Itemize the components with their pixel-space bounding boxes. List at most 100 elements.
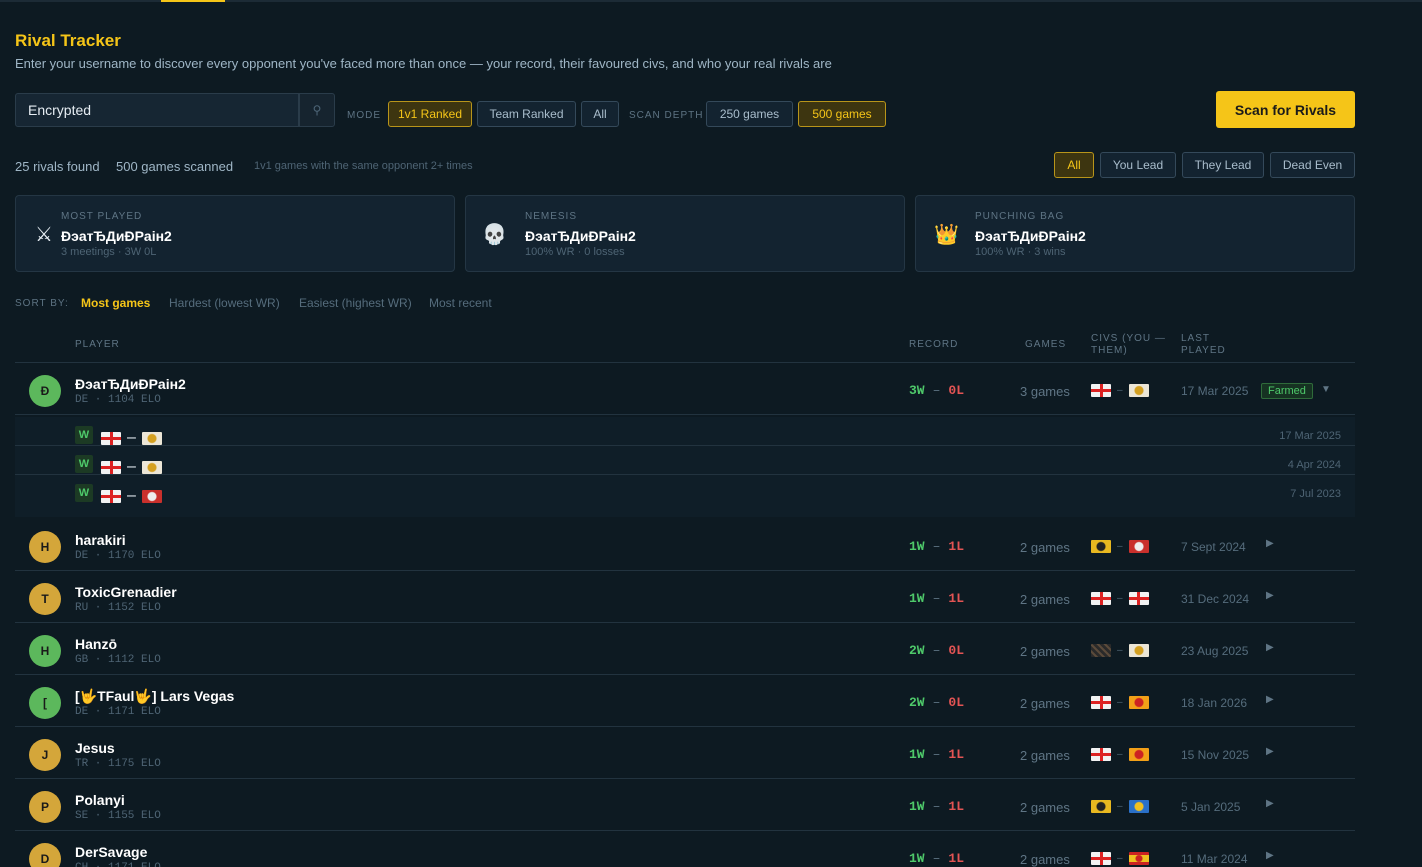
civ-separator: – — [127, 487, 136, 504]
scan-for-rivals-button[interactable]: Scan for Rivals — [1216, 91, 1355, 128]
expand-arrow-icon[interactable]: ▶ — [1266, 850, 1274, 861]
player-meta: TR · 1175 ELO — [75, 758, 161, 770]
col-header-civs-line2: THEM) — [1091, 345, 1128, 356]
filter-dead-even[interactable]: Dead Even — [1270, 152, 1355, 178]
player-meta: SE · 1155 ELO — [75, 810, 161, 822]
filter-they-lead[interactable]: They Lead — [1182, 152, 1264, 178]
hre-gold-flag-icon — [1091, 540, 1111, 553]
match-row[interactable]: W – 17 Mar 2025 — [15, 417, 1355, 446]
table-row[interactable]: DDerSavageCH · 1171 ELO1W–1L2 games–11 M… — [15, 831, 1355, 867]
avatar: H — [29, 531, 61, 563]
avatar: J — [29, 739, 61, 771]
avatar: D — [29, 843, 61, 867]
nemesis-card[interactable]: 💀 NEMESIS ÐэaтЂДиÐPaiн2 100% WR · 0 loss… — [465, 195, 905, 272]
record-losses: 1L — [948, 851, 965, 866]
pin-icon: ⚲ — [312, 103, 322, 117]
col-header-civs: CIVS (YOU — THEM) — [1091, 333, 1166, 357]
last-played: 15 Nov 2025 — [1181, 748, 1250, 762]
england-flag-icon — [1091, 696, 1111, 709]
expand-arrow-icon[interactable]: ▶ — [1266, 798, 1274, 809]
record-losses: 1L — [948, 591, 965, 606]
top-nav-line — [0, 0, 1422, 2]
record-separator: – — [932, 799, 941, 814]
record-separator: – — [932, 591, 941, 606]
col-header-last-played: LAST PLAYED — [1181, 333, 1226, 357]
table-row[interactable]: Ð ÐэaтЂДиÐPaiн2 DE · 1104 ELO 3W –0L 3 games –… — [15, 363, 1355, 415]
table-row[interactable]: T ToxicGrenadier RU · 1152 ELO 1W –1L 2 games… — [15, 571, 1355, 623]
civ-separator: – — [1117, 801, 1123, 812]
civs-matchup: – — [1091, 800, 1149, 813]
last-played: 18 Jan 2026 — [1181, 696, 1248, 710]
games-count: 2 games — [1020, 696, 1070, 711]
location-pin-button[interactable]: ⚲ — [299, 93, 335, 127]
civs-matchup: – — [1091, 384, 1149, 397]
civs-matchup: – — [1091, 644, 1149, 657]
record-losses: 0L — [948, 643, 965, 658]
filter-all[interactable]: All — [1054, 152, 1094, 178]
record-losses: 1L — [948, 539, 965, 554]
record-losses: 0L — [948, 695, 965, 710]
player-name: Hanzō — [75, 636, 117, 652]
punching-bag-card[interactable]: 👑 PUNCHING BAG ÐэaтЂДиÐPaiн2 100% WR · 3… — [915, 195, 1355, 272]
table-row[interactable]: J Jesus TR · 1175 ELO 1W –1L 2 games –15 Nov 2… — [15, 727, 1355, 779]
expand-arrow-icon[interactable]: ▶ — [1266, 538, 1274, 549]
sort-easiest[interactable]: Easiest (highest WR) — [299, 296, 412, 310]
mode-1v1-ranked[interactable]: 1v1 Ranked — [388, 101, 472, 127]
depth-250[interactable]: 250 games — [706, 101, 793, 127]
hre-flag-icon — [1128, 384, 1149, 397]
civ-separator: – — [1117, 385, 1123, 396]
scan-depth-label: SCAN DEPTH — [629, 110, 704, 121]
sort-most-recent[interactable]: Most recent — [429, 296, 492, 310]
col-header-civs-line1: CIVS (YOU — — [1091, 333, 1166, 344]
username-input[interactable] — [15, 93, 299, 127]
sort-hardest[interactable]: Hardest (lowest WR) — [169, 296, 280, 310]
status-badge: Farmed — [1261, 383, 1313, 399]
sort-most-games[interactable]: Most games — [81, 296, 150, 310]
most-played-card[interactable]: ⚔ MOST PLAYED ÐэaтЂДиÐPaiн2 3 meetings ·… — [15, 195, 455, 272]
mode-team-ranked[interactable]: Team Ranked — [477, 101, 576, 127]
france-flag-icon — [141, 489, 162, 503]
filter-you-lead[interactable]: You Lead — [1100, 152, 1176, 178]
last-played: 31 Dec 2024 — [1181, 592, 1250, 606]
record-separator: – — [932, 695, 941, 710]
crown-icon: 👑 — [934, 224, 959, 246]
mode-all[interactable]: All — [581, 101, 619, 127]
col-header-record: RECORD — [909, 339, 959, 350]
record: 1W –1L — [909, 747, 964, 762]
record-separator: – — [932, 643, 941, 658]
games-count: 2 games — [1020, 592, 1070, 607]
expand-arrow-icon[interactable]: ▶ — [1266, 694, 1274, 705]
sort-by-label: SORT BY: — [15, 298, 69, 309]
spain-flag-icon — [1128, 852, 1149, 865]
depth-500[interactable]: 500 games — [798, 101, 886, 127]
match-row[interactable]: W – 7 Jul 2023 — [15, 475, 1355, 504]
card-player-name: ÐэaтЂДиÐPaiн2 — [525, 228, 636, 244]
expand-arrow-icon[interactable]: ▶ — [1266, 590, 1274, 601]
expand-arrow-icon[interactable]: ▶ — [1266, 746, 1274, 757]
table-row[interactable]: P Polanyi SE · 1155 ELO 1W –1L 2 games –5 Jan … — [15, 779, 1355, 831]
civ-separator: – — [1117, 645, 1123, 656]
match-row[interactable]: W – 4 Apr 2024 — [15, 446, 1355, 475]
last-played: 11 Mar 2024 — [1181, 852, 1248, 866]
avatar: H — [29, 635, 61, 667]
match-civs: – — [101, 429, 162, 447]
match-civs: – — [101, 487, 162, 505]
england-flag-icon — [1091, 852, 1111, 865]
games-count: 2 games — [1020, 800, 1070, 815]
chevron-down-icon[interactable]: ▼ — [1321, 384, 1331, 395]
record-separator: – — [932, 747, 941, 762]
avatar: [ — [29, 687, 61, 719]
rus-flag-icon — [1128, 800, 1149, 813]
table-row[interactable]: [[🤟TFaul🤟] Lars Vegas DE · 1171 ELO 2W –0L 2… — [15, 675, 1355, 727]
player-name: harakiri — [75, 532, 126, 548]
civs-matchup: – — [1091, 540, 1149, 553]
table-row[interactable]: H Hanzō GB · 1112 ELO 2W –0L 2 games –23 Aug 2… — [15, 623, 1355, 675]
card-subtext: 100% WR · 3 wins — [975, 246, 1066, 258]
expand-arrow-icon[interactable]: ▶ — [1266, 642, 1274, 653]
col-header-player: PLAYER — [75, 339, 120, 350]
player-name: Polanyi — [75, 792, 125, 808]
record: 3W –0L — [909, 383, 964, 398]
record: 1W –1L — [909, 851, 964, 866]
active-nav-indicator — [161, 0, 225, 2]
table-row[interactable]: Hharakiri DE · 1170 ELO 1W –1L 2 games –7 Sep… — [15, 519, 1355, 571]
